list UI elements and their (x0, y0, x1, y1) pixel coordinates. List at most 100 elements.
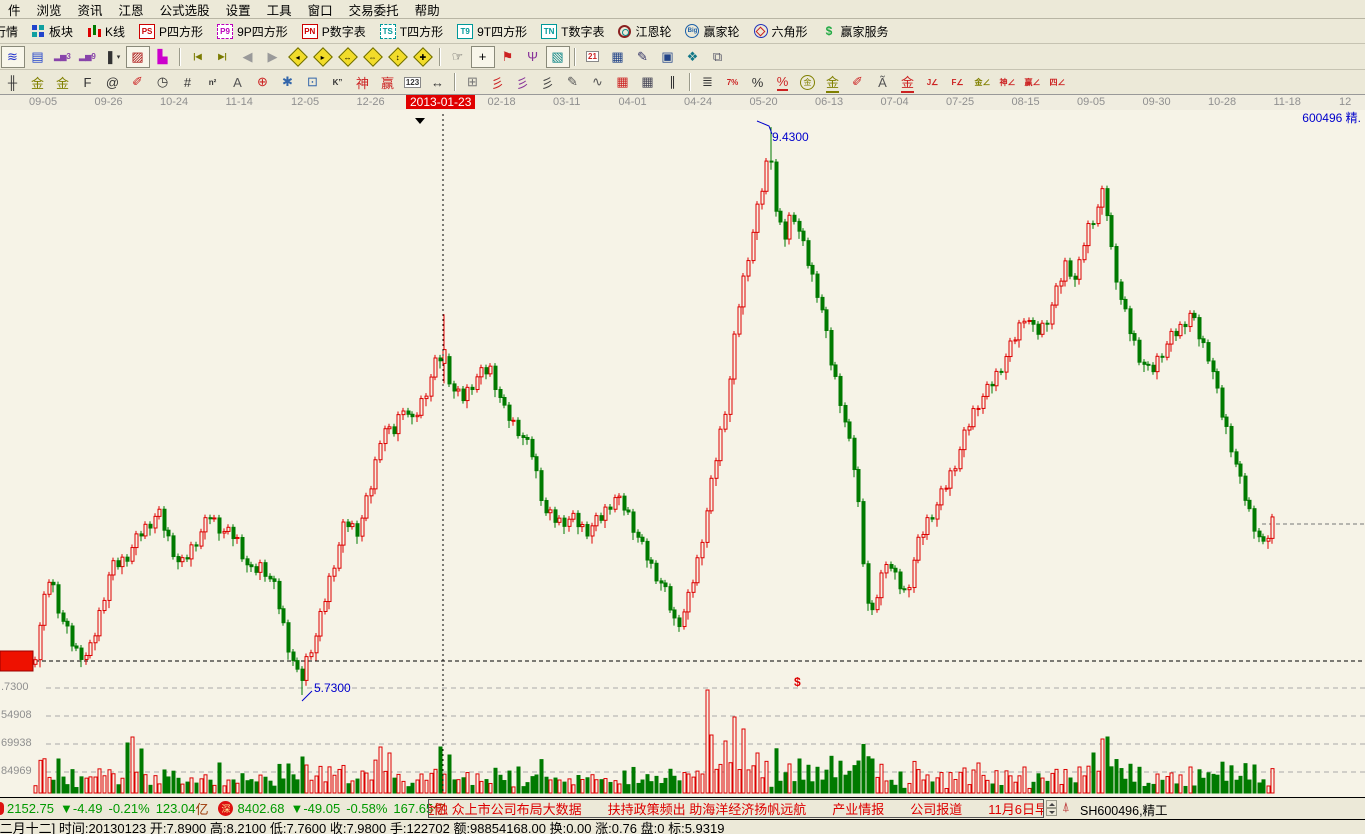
tool-grid-dark[interactable]: ▦ (636, 71, 660, 93)
tool-kline-9[interactable]: ▂▅9 (76, 46, 100, 68)
tool-pan-hand[interactable]: ☞ (446, 46, 470, 68)
toolbar-button-quotes[interactable]: 行情 (0, 20, 25, 42)
menu-item-1[interactable]: 浏览 (29, 0, 70, 20)
tool-matrix-table[interactable]: ▦ (606, 46, 630, 68)
tool-angle-j[interactable]: J∠ (921, 71, 945, 93)
toolbar-button-9p-square[interactable]: P99P四方形 (210, 20, 295, 42)
toolbar-button-winner-wheel[interactable]: Big赢家轮 (678, 20, 746, 42)
tool-market-quote-view[interactable]: ≋ (1, 46, 25, 68)
toolbar-button-winner-service[interactable]: $赢家服务 (815, 20, 896, 42)
tool-zoom-left[interactable]: ◂ (286, 46, 310, 68)
tool-gann-tool-teal[interactable]: ▧ (546, 46, 570, 68)
tool-scale-bars[interactable]: ≣ (696, 71, 720, 93)
tool-gold-circle[interactable]: 金 (796, 71, 820, 93)
tool-save[interactable]: ▣ (656, 46, 680, 68)
tool-h-shrink[interactable]: ⇔ (361, 46, 385, 68)
tool-star-square[interactable]: ⊡ (301, 71, 325, 93)
tool-pen-bars[interactable]: ✐ (846, 71, 870, 93)
tool-zoom-right[interactable]: ▸ (311, 46, 335, 68)
toolbar-button-t-number-table[interactable]: TNT数字表 (534, 20, 611, 42)
tool-n-squared[interactable]: n² (201, 71, 225, 93)
tool-h-expand[interactable]: ↔ (336, 46, 360, 68)
candle-style-dropdown-icon[interactable]: ▾ (117, 53, 121, 61)
tool-f-square[interactable]: F (76, 71, 100, 93)
tool-prev-page[interactable]: ◀ (236, 46, 260, 68)
menu-item-4[interactable]: 公式选股 (152, 0, 218, 20)
menu-item-5[interactable]: 设置 (218, 0, 259, 20)
tool-map-region[interactable]: ▨ (126, 46, 150, 68)
tool-target-circle[interactable]: ⊕ (251, 71, 275, 93)
menu-item-9[interactable]: 帮助 (407, 0, 448, 20)
tool-ruler-123[interactable]: 123 (401, 71, 425, 93)
tool-f10-info[interactable]: ▤ (26, 46, 50, 68)
tool-percent[interactable]: % (746, 71, 770, 93)
toolbar-button-hexagon[interactable]: 六角形 (747, 20, 815, 42)
menu-item-8[interactable]: 交易委托 (341, 0, 407, 20)
toolbar-button-t-square[interactable]: TST四方形 (373, 20, 450, 42)
tool-rocket-pen[interactable]: ✐ (126, 71, 150, 93)
tool-gold-square[interactable]: 金 (26, 71, 50, 93)
tool-next-page[interactable]: ▶ (261, 46, 285, 68)
tool-wave-lines[interactable]: ∿ (586, 71, 610, 93)
tool-k-marks[interactable]: K” (326, 71, 350, 93)
tool-shen-square[interactable]: 神 (351, 71, 375, 93)
tool-crosshair[interactable]: + (471, 46, 495, 68)
toolbar-button-kline[interactable]: K线 (80, 20, 132, 42)
tool-first-page[interactable]: |◀ (186, 46, 210, 68)
chart-canvas[interactable] (0, 110, 1365, 796)
tool-gann-vertical-lines[interactable]: ╫ (1, 71, 25, 93)
tool-percent-7[interactable]: 7% (721, 71, 745, 93)
tool-angle-f[interactable]: F∠ (946, 71, 970, 93)
tool-angle-ying[interactable]: 赢∠ (1021, 71, 1045, 93)
tool-v-expand[interactable]: ↕ (386, 46, 410, 68)
menu-item-6[interactable]: 工具 (259, 0, 300, 20)
toolbar-button-gann-wheel[interactable]: 江恩轮 (611, 20, 678, 42)
spinner-up-button[interactable] (1046, 800, 1057, 808)
tool-gold-red[interactable]: 金 (896, 71, 920, 93)
menu-item-2[interactable]: 资讯 (70, 0, 111, 20)
tool-angle-gold[interactable]: 金∠ (971, 71, 995, 93)
spinner-down-button[interactable] (1046, 808, 1057, 816)
toolbar-button-p-number-table[interactable]: PNP数字表 (295, 20, 373, 42)
tool-full-view[interactable]: ✚ (411, 46, 435, 68)
tool-measure-arrows[interactable]: ↔ (426, 71, 450, 93)
tool-fan-red[interactable]: 彡 (486, 71, 510, 93)
tool-box-select[interactable]: ⊞ (461, 71, 485, 93)
news-ticker[interactable]: 金融 众上市公司布局大数据 扶持政策频出 助海洋经济扬帆远航 产业情报 公司报道… (428, 799, 1044, 818)
tool-memo[interactable]: ✎ (631, 46, 655, 68)
tool-spiral[interactable]: @ (101, 71, 125, 93)
toolbar-button-sectors[interactable]: 板块 (25, 20, 80, 42)
tool-wave-a[interactable]: Ã (871, 71, 895, 93)
tool-time-circle[interactable]: ◷ (151, 71, 175, 93)
toolbar-button-9t-square[interactable]: T99T四方形 (450, 20, 534, 42)
tool-mark-flag[interactable]: ⚑ (496, 46, 520, 68)
tool-angle-shen[interactable]: 神∠ (996, 71, 1020, 93)
menu-item-0[interactable]: 件 (0, 0, 29, 20)
tool-volume-profile[interactable]: ▙ (151, 46, 175, 68)
tool-last-page[interactable]: ▶| (211, 46, 235, 68)
tool-calendar[interactable]: 21 (581, 46, 605, 68)
tool-price-ruler[interactable]: # (176, 71, 200, 93)
tool-angle-si[interactable]: 四∠ (1046, 71, 1070, 93)
menu-item-3[interactable]: 江恩 (111, 0, 152, 20)
tool-send-web[interactable]: ❖ (681, 46, 705, 68)
tool-fan-purple[interactable]: 彡 (511, 71, 535, 93)
tool-fan-dark[interactable]: 彡 (536, 71, 560, 93)
tool-percent-lines[interactable]: % (771, 71, 795, 93)
news-ticker-text[interactable]: 金融 众上市公司布局大数据 扶持政策频出 助海洋经济扬帆远航 产业情报 公司报道… (428, 799, 1044, 818)
candlestick-chart[interactable]: 600496 精. 9.4300 5.7300 $ .7300549086993… (0, 110, 1365, 796)
tool-print[interactable]: ⧉ (706, 46, 730, 68)
tool-parallel-lines[interactable]: ∥ (661, 71, 685, 93)
menu-item-7[interactable]: 窗口 (300, 0, 341, 20)
tool-candle-style[interactable]: ❚▾ (101, 46, 125, 68)
tool-gold-line[interactable]: 金 (821, 71, 845, 93)
tool-angle-a[interactable]: A (226, 71, 250, 93)
tool-pen-lines[interactable]: ✎ (561, 71, 585, 93)
tool-grid-red[interactable]: ▦ (611, 71, 635, 93)
tool-ying-square[interactable]: 赢 (376, 71, 400, 93)
tool-kline-3[interactable]: ▂▅3 (51, 46, 75, 68)
tool-gold-square-2[interactable]: 金 (51, 71, 75, 93)
toolbar-button-p-square[interactable]: PSP四方形 (132, 20, 210, 42)
tool-star-rays[interactable]: ✱ (276, 71, 300, 93)
tool-gann-tool-purple[interactable]: Ψ (521, 46, 545, 68)
